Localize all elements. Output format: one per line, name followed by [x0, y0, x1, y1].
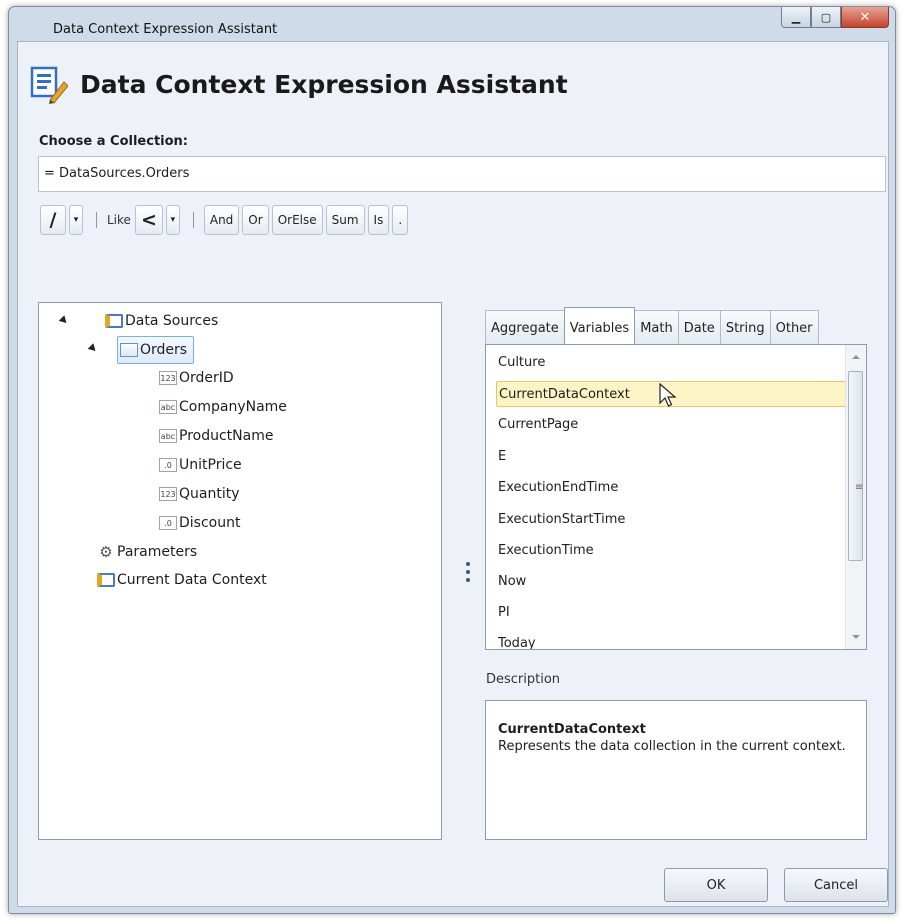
tree-node-current-data-context[interactable]: Current Data Context: [97, 568, 267, 592]
list-item[interactable]: CurrentPage: [498, 412, 578, 438]
integer-type-icon: 123: [159, 371, 177, 385]
tree-node-field[interactable]: .0 UnitPrice: [159, 453, 242, 477]
function-tabs: Aggregate Variables Math Date String Oth…: [485, 307, 819, 344]
or-operator-button[interactable]: Or: [242, 205, 269, 235]
panel-splitter[interactable]: [466, 562, 470, 586]
list-item[interactable]: ExecutionTime: [498, 538, 594, 564]
list-scrollbar[interactable]: ≡: [845, 345, 866, 649]
list-item[interactable]: Now: [498, 569, 526, 595]
string-type-icon: abc: [159, 400, 177, 414]
tree-node-field[interactable]: 123 Quantity: [159, 482, 240, 506]
field-label: Quantity: [179, 486, 240, 502]
close-button[interactable]: ✕: [841, 7, 889, 28]
tree-node-field[interactable]: abc CompanyName: [159, 395, 287, 419]
tree-node-field[interactable]: 123 OrderID: [159, 366, 234, 390]
window-title: Data Context Expression Assistant: [53, 22, 278, 37]
list-item[interactable]: ExecutionStartTime: [498, 507, 625, 533]
description-text: Represents the data collection in the cu…: [498, 739, 846, 754]
field-label: UnitPrice: [179, 457, 242, 473]
choose-collection-label: Choose a Collection:: [39, 134, 188, 149]
list-item[interactable]: PI: [498, 600, 510, 626]
list-item[interactable]: E: [498, 444, 506, 470]
tree-node-field[interactable]: abc ProductName: [159, 424, 273, 448]
field-label: ProductName: [179, 428, 274, 444]
tree-node-orders[interactable]: Orders: [117, 336, 195, 364]
scroll-thumb[interactable]: ≡: [848, 371, 863, 561]
tab-other[interactable]: Other: [769, 310, 819, 344]
expression-input[interactable]: = DataSources.Orders: [38, 156, 886, 192]
decimal-type-icon: .0: [159, 458, 177, 472]
and-operator-button[interactable]: And: [203, 205, 240, 235]
tab-date[interactable]: Date: [677, 310, 721, 344]
parameters-icon: ⚙: [99, 543, 113, 561]
orelse-operator-button[interactable]: OrElse: [271, 205, 323, 235]
description-panel: CurrentDataContext Represents the data c…: [485, 700, 867, 840]
description-title: CurrentDataContext: [498, 722, 646, 737]
tree-node-label: Orders: [140, 342, 188, 358]
tab-aggregate[interactable]: Aggregate: [485, 310, 565, 344]
string-type-icon: abc: [159, 429, 177, 443]
tree-node-data-sources[interactable]: Data Sources: [105, 309, 218, 333]
tab-variables[interactable]: Variables: [563, 307, 636, 344]
expand-toggle-data-sources[interactable]: [58, 315, 70, 326]
tree-node-field[interactable]: .0 Discount: [159, 511, 240, 535]
title-bar[interactable]: Data Context Expression Assistant ▁ ▢ ✕: [9, 7, 895, 43]
toolbar-separator: [192, 212, 194, 228]
table-icon: [120, 343, 138, 357]
fields-tree[interactable]: Data Sources Orders 123 OrderID abc Comp…: [38, 302, 442, 840]
like-operator-button[interactable]: Like: [107, 213, 131, 227]
less-than-operator-button[interactable]: <: [134, 205, 163, 235]
list-item[interactable]: Today: [498, 631, 536, 649]
data-source-icon: [97, 573, 115, 587]
cancel-button[interactable]: Cancel: [784, 868, 888, 902]
field-label: Discount: [179, 515, 241, 531]
comparison-operator-dropdown[interactable]: ▾: [165, 205, 180, 235]
list-item[interactable]: ExecutionEndTime: [498, 475, 618, 501]
toolbar-separator: [96, 212, 97, 228]
minimize-button[interactable]: ▁: [781, 7, 811, 28]
divide-operator-button[interactable]: /: [40, 205, 66, 235]
caption-buttons: ▁ ▢ ✕: [781, 7, 889, 28]
tree-node-label: Current Data Context: [117, 572, 267, 588]
list-item[interactable]: Culture: [498, 350, 545, 376]
expand-toggle-orders[interactable]: [87, 343, 99, 354]
dialog-body: Data Context Expression Assistant Choose…: [17, 41, 889, 907]
scroll-up-arrow-icon[interactable]: [852, 355, 860, 359]
divide-operator-dropdown[interactable]: ▾: [69, 205, 83, 235]
ok-button[interactable]: OK: [664, 868, 768, 902]
field-label: OrderID: [179, 370, 234, 386]
operator-toolbar: / ▾ Like < ▾ And Or OrElse Sum Is .: [40, 204, 411, 236]
dialog-window: Data Context Expression Assistant ▁ ▢ ✕ …: [8, 6, 896, 914]
dialog-heading: Data Context Expression Assistant: [80, 70, 568, 99]
is-operator-button[interactable]: Is: [367, 205, 390, 235]
sum-function-button[interactable]: Sum: [325, 205, 365, 235]
list-item-selected[interactable]: CurrentDataContext: [496, 381, 864, 407]
description-label: Description: [486, 672, 561, 687]
decimal-type-icon: .0: [159, 516, 177, 530]
scroll-down-arrow-icon[interactable]: [852, 635, 860, 639]
tree-node-label: Parameters: [117, 544, 198, 560]
dot-operator-button[interactable]: .: [392, 205, 409, 235]
tree-node-parameters[interactable]: ⚙ Parameters: [97, 540, 197, 564]
field-label: CompanyName: [179, 399, 287, 415]
maximize-button[interactable]: ▢: [811, 7, 841, 28]
tree-node-label: Data Sources: [125, 313, 219, 329]
integer-type-icon: 123: [159, 487, 177, 501]
expression-editor-icon: [30, 66, 68, 104]
mouse-cursor-icon: [659, 383, 677, 407]
data-source-icon: [105, 314, 123, 328]
tab-string[interactable]: String: [719, 310, 771, 344]
tab-math[interactable]: Math: [634, 310, 679, 344]
